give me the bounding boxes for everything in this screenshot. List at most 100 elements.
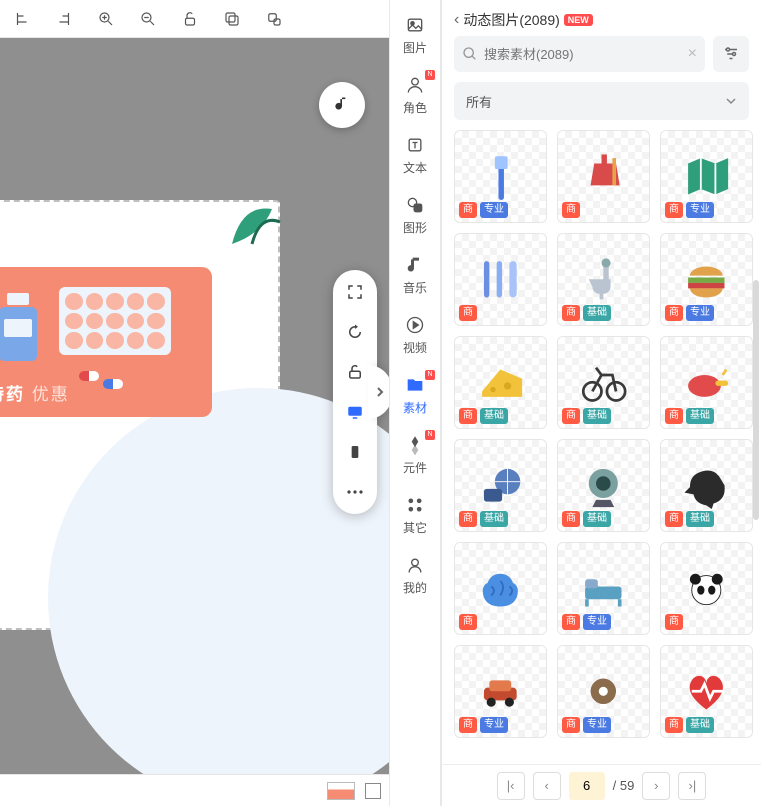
page-input[interactable]	[569, 772, 605, 800]
category-material[interactable]: 素材N	[390, 370, 440, 420]
clear-icon[interactable]: ×	[688, 45, 697, 63]
asset-toothbrush[interactable]: 商专业	[454, 130, 547, 223]
tag-basic: 基础	[583, 305, 611, 321]
category-other[interactable]: 其它	[390, 490, 440, 540]
music-button[interactable]	[319, 82, 365, 128]
medicine-bottle	[0, 293, 37, 359]
search-input[interactable]	[484, 47, 682, 62]
filter-button[interactable]	[713, 36, 749, 72]
dropdown-label: 所有	[466, 92, 492, 111]
promo-card[interactable]: 特药 优惠	[0, 267, 212, 417]
page-last[interactable]: ›|	[678, 772, 706, 800]
new-badge: NEW	[564, 14, 593, 26]
category-video[interactable]: 视频	[390, 310, 440, 360]
page-total: / 59	[613, 778, 635, 793]
music-icon	[404, 254, 426, 276]
zoom-in-icon[interactable]	[96, 9, 116, 29]
floating-toolbar	[333, 270, 377, 514]
copy-icon[interactable]	[222, 9, 242, 29]
asset-crow[interactable]: 商基础	[660, 439, 753, 532]
asset-camera-globe[interactable]: 商基础	[454, 439, 547, 532]
tag-biz: 商	[665, 305, 683, 321]
page-first[interactable]: |‹	[497, 772, 525, 800]
tag-pro: 专业	[686, 202, 714, 218]
asset-burger[interactable]: 商专业	[660, 233, 753, 326]
page-prev[interactable]: ‹	[533, 772, 561, 800]
asset-faucet[interactable]: 商基础	[557, 233, 650, 326]
artboard[interactable]: 特药 优惠 惠	[0, 200, 280, 630]
paste-style-icon[interactable]	[264, 9, 284, 29]
asset-utensils[interactable]: 商	[454, 233, 547, 326]
shape-icon	[404, 194, 426, 216]
page-thumbnail[interactable]	[327, 782, 355, 800]
canvas-area[interactable]: 特药 优惠 惠	[0, 0, 389, 806]
new-dot: N	[425, 430, 435, 440]
more-icon[interactable]	[345, 482, 365, 502]
breadcrumb[interactable]: 动态图片(2089)	[463, 10, 559, 30]
asset-panda[interactable]: 商	[660, 542, 753, 635]
scrollbar[interactable]	[753, 280, 759, 520]
tag-biz: 商	[459, 614, 477, 630]
asset-map[interactable]: 商专业	[660, 130, 753, 223]
align-left-icon[interactable]	[12, 9, 32, 29]
tag-biz: 商	[665, 202, 683, 218]
asset-bicycle[interactable]: 商基础	[557, 336, 650, 429]
asset-brain[interactable]: 商	[454, 542, 547, 635]
zoom-out-icon[interactable]	[138, 9, 158, 29]
page-next[interactable]: ›	[642, 772, 670, 800]
tag-biz: 商	[459, 305, 477, 321]
align-right-icon[interactable]	[54, 9, 74, 29]
category-label: 图片	[403, 39, 427, 56]
category-label: 我的	[403, 579, 427, 596]
fullscreen-icon[interactable]	[345, 282, 365, 302]
desktop-icon[interactable]	[345, 402, 365, 422]
category-shape[interactable]: 图形	[390, 190, 440, 240]
asset-cheese[interactable]: 商基础	[454, 336, 547, 429]
category-label: 元件	[403, 459, 427, 476]
category-music[interactable]: 音乐	[390, 250, 440, 300]
cheese-icon	[473, 355, 528, 410]
burger-icon	[679, 252, 734, 307]
search-box[interactable]: ×	[454, 36, 705, 72]
asset-webcam[interactable]: 商基础	[557, 439, 650, 532]
tag-pro: 专业	[480, 717, 508, 733]
tag-basic: 基础	[480, 408, 508, 424]
category-text[interactable]: 文本	[390, 130, 440, 180]
category-dropdown[interactable]: 所有	[454, 82, 749, 120]
toolbar-expand[interactable]	[368, 365, 389, 419]
tag-basic: 基础	[583, 408, 611, 424]
top-toolbar	[0, 0, 389, 38]
category-component[interactable]: 元件 N	[390, 430, 440, 480]
asset-grid-wrap[interactable]: 商专业商商专业商商基础商专业商基础商基础商基础商基础商基础商基础商商专业商商专业…	[442, 130, 761, 764]
dustpan-icon	[576, 149, 631, 204]
car-icon	[473, 664, 528, 719]
rotate-icon[interactable]	[345, 322, 365, 342]
category-label: 音乐	[403, 279, 427, 296]
asset-heartbeat[interactable]: 商基础	[660, 645, 753, 738]
new-dot: N	[425, 70, 435, 80]
pill-strip	[59, 287, 171, 355]
tag-biz: 商	[562, 408, 580, 424]
asset-car[interactable]: 商专业	[454, 645, 547, 738]
category-label: 图形	[403, 219, 427, 236]
tag-basic: 基础	[686, 511, 714, 527]
unlock-icon[interactable]	[180, 9, 200, 29]
category-character[interactable]: 角色N	[390, 70, 440, 120]
tag-biz: 商	[562, 511, 580, 527]
text-icon	[404, 134, 426, 156]
asset-bed[interactable]: 商专业	[557, 542, 650, 635]
tag-biz: 商	[665, 408, 683, 424]
back-chevron-icon[interactable]: ‹	[454, 11, 459, 29]
tag-biz: 商	[459, 717, 477, 733]
asset-meat[interactable]: 商基础	[660, 336, 753, 429]
assets-panel: ‹ 动态图片(2089) NEW × 所有 商专业商商专业商商基础商专业商基础商…	[441, 0, 761, 806]
pill-blue	[103, 379, 123, 389]
unlock-tool-icon[interactable]	[345, 362, 365, 382]
view-toggle-icon[interactable]	[365, 783, 381, 799]
category-image[interactable]: 图片	[390, 10, 440, 60]
category-mine[interactable]: 我的	[390, 550, 440, 600]
mobile-icon[interactable]	[345, 442, 365, 462]
asset-grid: 商专业商商专业商商基础商专业商基础商基础商基础商基础商基础商基础商商专业商商专业…	[454, 130, 753, 738]
asset-donut[interactable]: 商专业	[557, 645, 650, 738]
asset-dustpan[interactable]: 商	[557, 130, 650, 223]
